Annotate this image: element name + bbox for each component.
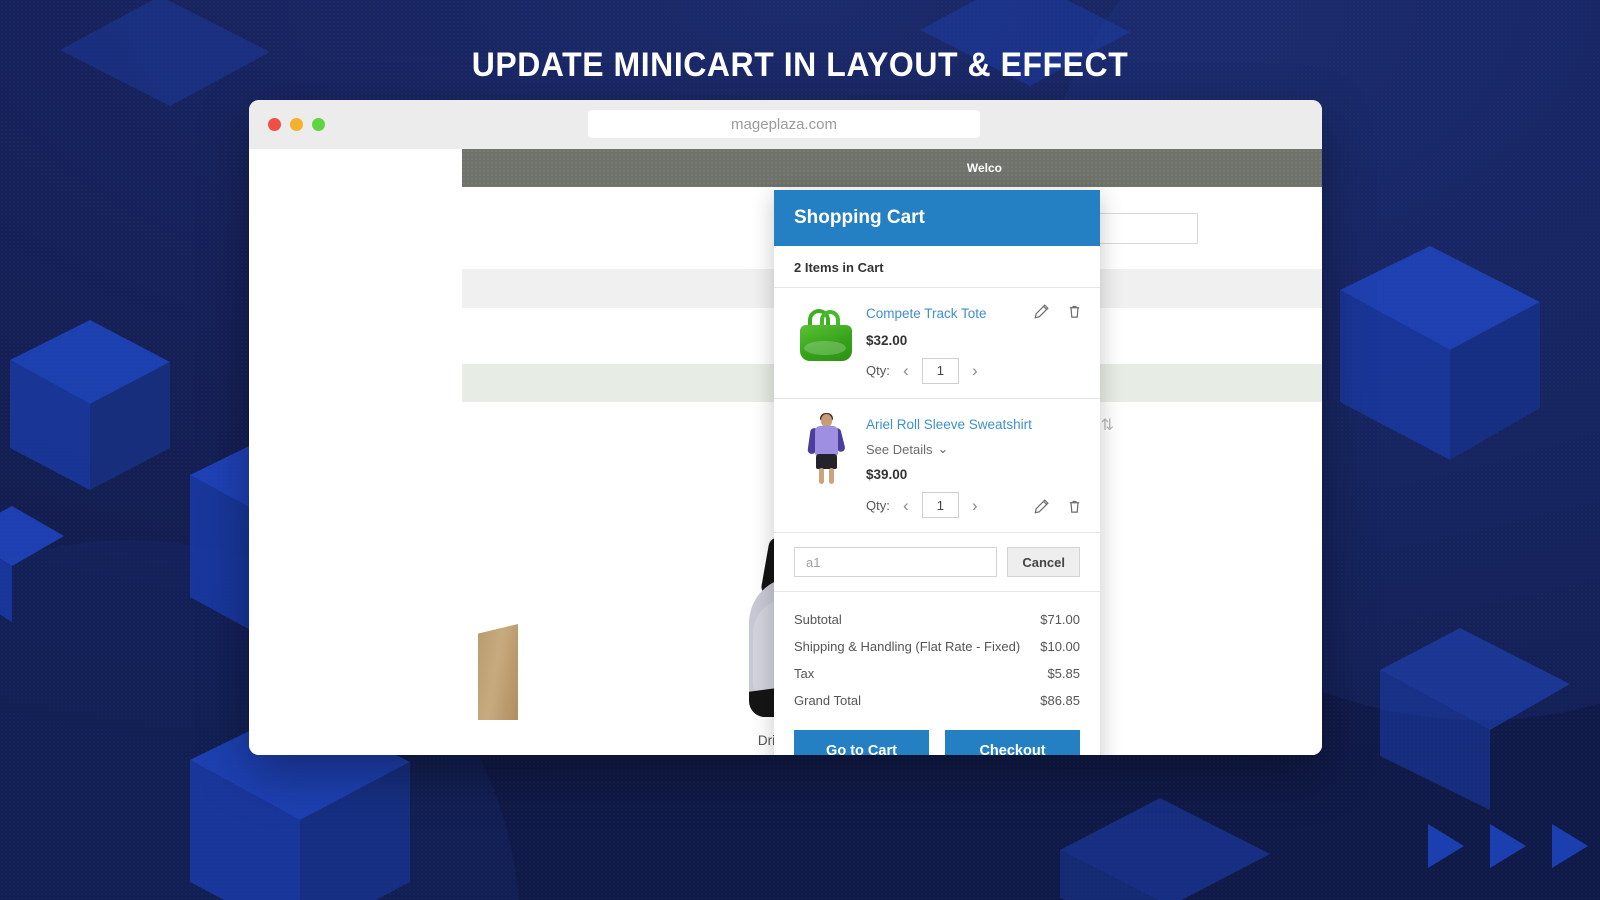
minicart-totals: Subtotal $71.00 Shipping & Handling (Fla…: [774, 592, 1100, 730]
minicart-header: Shopping Cart: [774, 190, 1100, 246]
totals-value: $10.00: [1040, 639, 1080, 655]
zoom-window-button[interactable]: [312, 118, 325, 131]
background-cube-top-right: [1340, 150, 1600, 475]
minicart-item: Compete Track Tote $32.00 Qty: ‹ 1 ›: [774, 288, 1100, 399]
play-triangle-icon-1: [1428, 824, 1464, 868]
qty-decrease-button[interactable]: ‹: [898, 497, 914, 514]
pencil-icon[interactable]: [1034, 498, 1049, 514]
totals-row-tax: Tax $5.85: [794, 660, 1080, 687]
coupon-value: a1: [806, 554, 821, 570]
page-title: UPDATE MINICART IN LAYOUT & EFFECT: [471, 46, 1129, 84]
minicart-item-qty-row: Qty: ‹ 1 ›: [866, 357, 1080, 384]
minimize-window-button[interactable]: [290, 118, 303, 131]
browser-viewport: Welco Search entire store he Sort By Pos…: [249, 149, 1322, 755]
minicart-item: Ariel Roll Sleeve Sweatshirt See Details…: [774, 399, 1100, 534]
address-bar[interactable]: mageplaza.com: [588, 110, 980, 138]
qty-label: Qty:: [866, 497, 890, 513]
qty-decrease-button[interactable]: ‹: [898, 362, 914, 379]
see-details-toggle[interactable]: See Details ⌄: [866, 441, 1080, 457]
coupon-input[interactable]: a1: [794, 547, 998, 578]
qty-input[interactable]: 1: [921, 492, 959, 519]
qty-increase-button[interactable]: ›: [967, 497, 983, 514]
model-head: [821, 413, 832, 427]
totals-value: $71.00: [1040, 612, 1080, 628]
product-card-1[interactable]: [472, 523, 687, 748]
minicart-item-actions: [1034, 498, 1082, 514]
see-details-label: See Details: [866, 441, 933, 457]
trash-icon[interactable]: [1067, 304, 1082, 319]
trash-icon[interactable]: [1067, 499, 1082, 514]
totals-row-subtotal: Subtotal $71.00: [794, 606, 1080, 633]
qty-increase-button[interactable]: ›: [967, 362, 983, 379]
window-controls[interactable]: [268, 118, 325, 131]
minicart-panel: Shopping Cart 2 Items in Cart Compete Tr…: [774, 190, 1100, 755]
model-leg-left: [819, 467, 824, 484]
pencil-icon[interactable]: [1034, 304, 1049, 319]
play-triangle-icon-3: [1552, 824, 1588, 868]
qty-label: Qty:: [866, 363, 890, 379]
minicart-item-price: $39.00: [866, 467, 908, 483]
minicart-item-list: Compete Track Tote $32.00 Qty: ‹ 1 › Ari…: [774, 288, 1100, 534]
play-triangle-icon-2: [1490, 824, 1526, 868]
address-bar-text: mageplaza.com: [731, 115, 837, 133]
close-window-button[interactable]: [268, 118, 281, 131]
totals-row-shipping: Shipping & Handling (Flat Rate - Fixed) …: [794, 633, 1080, 660]
background-cube-small-left: [0, 490, 80, 635]
minicart-title: Shopping Cart: [794, 207, 925, 228]
minicart-item-price: $32.00: [866, 332, 908, 348]
browser-window: mageplaza.com Welco Search entire store …: [249, 100, 1322, 755]
tote-highlight: [804, 341, 846, 355]
chevron-down-icon: ⌄: [937, 441, 949, 457]
product-thumbnail-tote[interactable]: [794, 303, 856, 371]
sweatshirt-model-shape: [806, 412, 846, 484]
sort-direction-icon[interactable]: ⇅: [1101, 415, 1114, 435]
go-to-cart-button[interactable]: Go to Cart: [794, 730, 929, 755]
totals-value: $5.85: [1047, 666, 1080, 682]
qty-input[interactable]: 1: [921, 357, 959, 384]
model-sweatshirt: [815, 425, 838, 456]
product-image-paper-bag: [472, 523, 687, 738]
minicart-item-actions: [1034, 304, 1082, 319]
checkout-button[interactable]: Checkout: [945, 730, 1080, 755]
welcome-message: Welco: [966, 161, 1002, 175]
green-tote-shape: [798, 309, 854, 361]
totals-label: Grand Total: [794, 693, 861, 709]
totals-label: Subtotal: [794, 612, 842, 628]
paper-bag-shape: [478, 624, 518, 720]
minicart-item-count: 2 Items in Cart: [774, 246, 1100, 288]
background-cube-right-lower: [1380, 560, 1600, 825]
coupon-row: a1 Cancel: [774, 533, 1100, 593]
model-leg-right: [829, 467, 834, 484]
model-shorts: [816, 453, 837, 469]
product-thumbnail-sweatshirt[interactable]: [794, 412, 856, 484]
minicart-item-name[interactable]: Ariel Roll Sleeve Sweatshirt: [866, 416, 1080, 434]
coupon-cancel-button[interactable]: Cancel: [1007, 547, 1080, 578]
totals-label: Tax: [794, 666, 815, 682]
browser-chrome: mageplaza.com: [249, 100, 1322, 149]
totals-row-grand-total: Grand Total $86.85: [794, 687, 1080, 714]
background-cube-bottom-center: [1020, 780, 1280, 900]
store-topbar: Welco: [462, 149, 1322, 187]
totals-label: Shipping & Handling (Flat Rate - Fixed): [794, 639, 1021, 655]
minicart-actions: Go to Cart Checkout: [774, 730, 1100, 755]
totals-value: $86.85: [1040, 693, 1080, 709]
